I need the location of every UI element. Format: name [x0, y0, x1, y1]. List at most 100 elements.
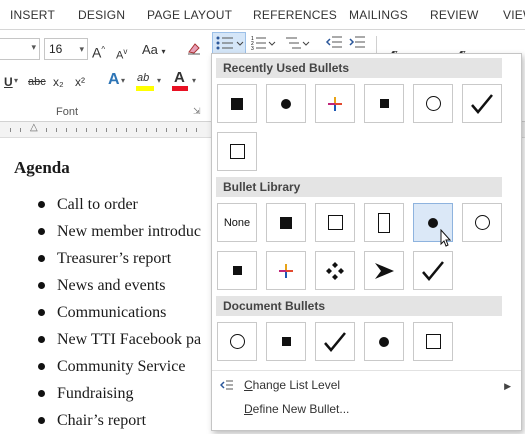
ruler-tick	[166, 128, 167, 132]
agenda-heading: Agenda	[14, 158, 70, 177]
increase-indent-icon[interactable]	[348, 34, 366, 55]
ribbon-tab-bar: INSERT DESIGN PAGE LAYOUT REFERENCES MAI…	[0, 0, 525, 30]
chevron-down-icon: ▾	[14, 76, 19, 85]
menu-divider	[212, 370, 521, 371]
ruler-tick	[46, 128, 47, 132]
shrink-font-button[interactable]: Av	[116, 44, 127, 64]
ruler-tick	[176, 128, 177, 132]
tab-insert[interactable]: INSERT	[10, 8, 55, 22]
ruler-tick	[86, 128, 87, 132]
list-item: Call to order	[38, 196, 138, 214]
bullet-icon	[38, 281, 45, 289]
list-item: Communications	[38, 304, 166, 322]
bullet-option-hollow-rectangle[interactable]	[364, 203, 404, 242]
font-size-dropdown[interactable]: 16 ▾	[44, 38, 88, 60]
bullet-option-hollow-square[interactable]	[217, 132, 257, 171]
bullet-option-filled-square[interactable]	[217, 84, 257, 123]
bullet-option-hollow-square[interactable]	[413, 322, 453, 361]
highlight-color-swatch	[136, 86, 154, 91]
bullets-button[interactable]	[212, 32, 246, 54]
bullet-option-small-filled-square[interactable]	[217, 251, 257, 290]
bullet-option-hollow-circle[interactable]	[413, 84, 453, 123]
list-item: Chair’s report	[38, 412, 146, 430]
tab-view[interactable]: VIEW	[503, 8, 525, 22]
color-star-icon	[328, 96, 342, 111]
bullet-option-none[interactable]: None	[217, 203, 257, 242]
font-name-dropdown[interactable]: ▾	[0, 38, 40, 60]
bullet-option-color-star[interactable]	[315, 84, 355, 123]
bullet-option-hollow-circle[interactable]	[217, 322, 257, 361]
chevron-down-icon: ▾	[121, 76, 126, 85]
tab-page-layout[interactable]: PAGE LAYOUT	[147, 8, 232, 22]
checkmark-icon	[471, 93, 493, 114]
indent-marker-icon[interactable]: △	[30, 122, 38, 133]
hollow-square-icon	[425, 334, 441, 349]
svg-text:3: 3	[251, 46, 254, 52]
change-list-level-menu-item[interactable]: Change List Level	[244, 378, 340, 392]
clear-formatting-icon[interactable]	[186, 40, 202, 60]
ruler-tick	[106, 128, 107, 132]
ruler-tick	[116, 128, 117, 132]
tab-review[interactable]: REVIEW	[430, 8, 479, 22]
ruler-tick	[146, 128, 147, 132]
bullet-option-diamond-cluster[interactable]	[315, 251, 355, 290]
small-filled-square-icon	[281, 337, 291, 346]
list-item: New member introduc	[38, 223, 201, 241]
change-case-button[interactable]: Aa ▾	[142, 42, 166, 60]
bullet-option-filled-circle[interactable]	[364, 322, 404, 361]
bullet-option-small-filled-square[interactable]	[266, 322, 306, 361]
mouse-cursor-icon	[440, 229, 452, 247]
ruler-tick	[136, 128, 137, 132]
highlight-button[interactable]: ab	[137, 70, 149, 86]
bullet-option-checkmark[interactable]	[413, 251, 453, 290]
hollow-circle-icon	[425, 96, 441, 111]
checkmark-icon	[324, 331, 346, 352]
tab-references[interactable]: REFERENCES	[253, 8, 337, 22]
bullet-option-small-filled-square[interactable]	[364, 84, 404, 123]
bullet-option-hollow-circle[interactable]	[462, 203, 502, 242]
list-item: Fundraising	[38, 385, 133, 403]
bullet-option-filled-square[interactable]	[266, 203, 306, 242]
tab-design[interactable]: DESIGN	[78, 8, 125, 22]
font-size-value: 16	[49, 42, 63, 56]
list-item: New TTI Facebook pa	[38, 331, 201, 349]
filled-square-icon	[231, 97, 243, 110]
subscript-button[interactable]: x₂	[53, 74, 64, 90]
superscript-button[interactable]: x²	[75, 74, 85, 90]
decrease-indent-icon[interactable]	[325, 34, 343, 55]
hollow-square-icon	[327, 215, 343, 230]
ruler-tick	[10, 128, 11, 132]
chevron-down-icon: ▾	[157, 76, 162, 85]
hollow-rectangle-icon	[378, 212, 390, 233]
define-new-bullet-menu-item[interactable]: Define New Bullet...	[244, 402, 349, 416]
chevron-down-icon: ▾	[79, 44, 84, 54]
bullet-option-hollow-square[interactable]	[315, 203, 355, 242]
bullet-option-checkmark[interactable]	[315, 322, 355, 361]
ruler-tick	[56, 128, 57, 132]
list-item: Community Service	[38, 358, 185, 376]
bullets-dropdown: Recently Used Bullets Bullet Library Non…	[211, 53, 522, 431]
hollow-square-icon	[229, 144, 245, 159]
list-item: News and events	[38, 277, 165, 295]
bullet-icon	[38, 389, 45, 397]
bullet-option-arrowhead[interactable]	[364, 251, 404, 290]
bullet-icon	[38, 416, 45, 424]
bullet-option-filled-circle[interactable]	[266, 84, 306, 123]
filled-circle-icon	[281, 98, 291, 109]
underline-button[interactable]: U	[4, 74, 13, 90]
filled-circle-icon	[379, 336, 389, 347]
grow-font-button[interactable]: A^	[92, 42, 105, 61]
text-effects-button[interactable]: A	[108, 72, 120, 88]
strikethrough-button[interactable]: abc	[28, 74, 46, 90]
tab-mailings[interactable]: MAILINGS	[349, 8, 408, 22]
font-color-button[interactable]: A	[174, 70, 185, 86]
bullet-icon	[38, 200, 45, 208]
recently-used-header: Recently Used Bullets	[216, 58, 502, 78]
checkmark-icon	[422, 260, 444, 281]
ruler-tick	[96, 128, 97, 132]
dialog-launcher-icon[interactable]: ⇲	[193, 106, 201, 117]
document-bullets-header: Document Bullets	[216, 296, 502, 316]
color-star-icon	[279, 263, 293, 278]
bullet-option-checkmark[interactable]	[462, 84, 502, 123]
bullet-option-color-star[interactable]	[266, 251, 306, 290]
